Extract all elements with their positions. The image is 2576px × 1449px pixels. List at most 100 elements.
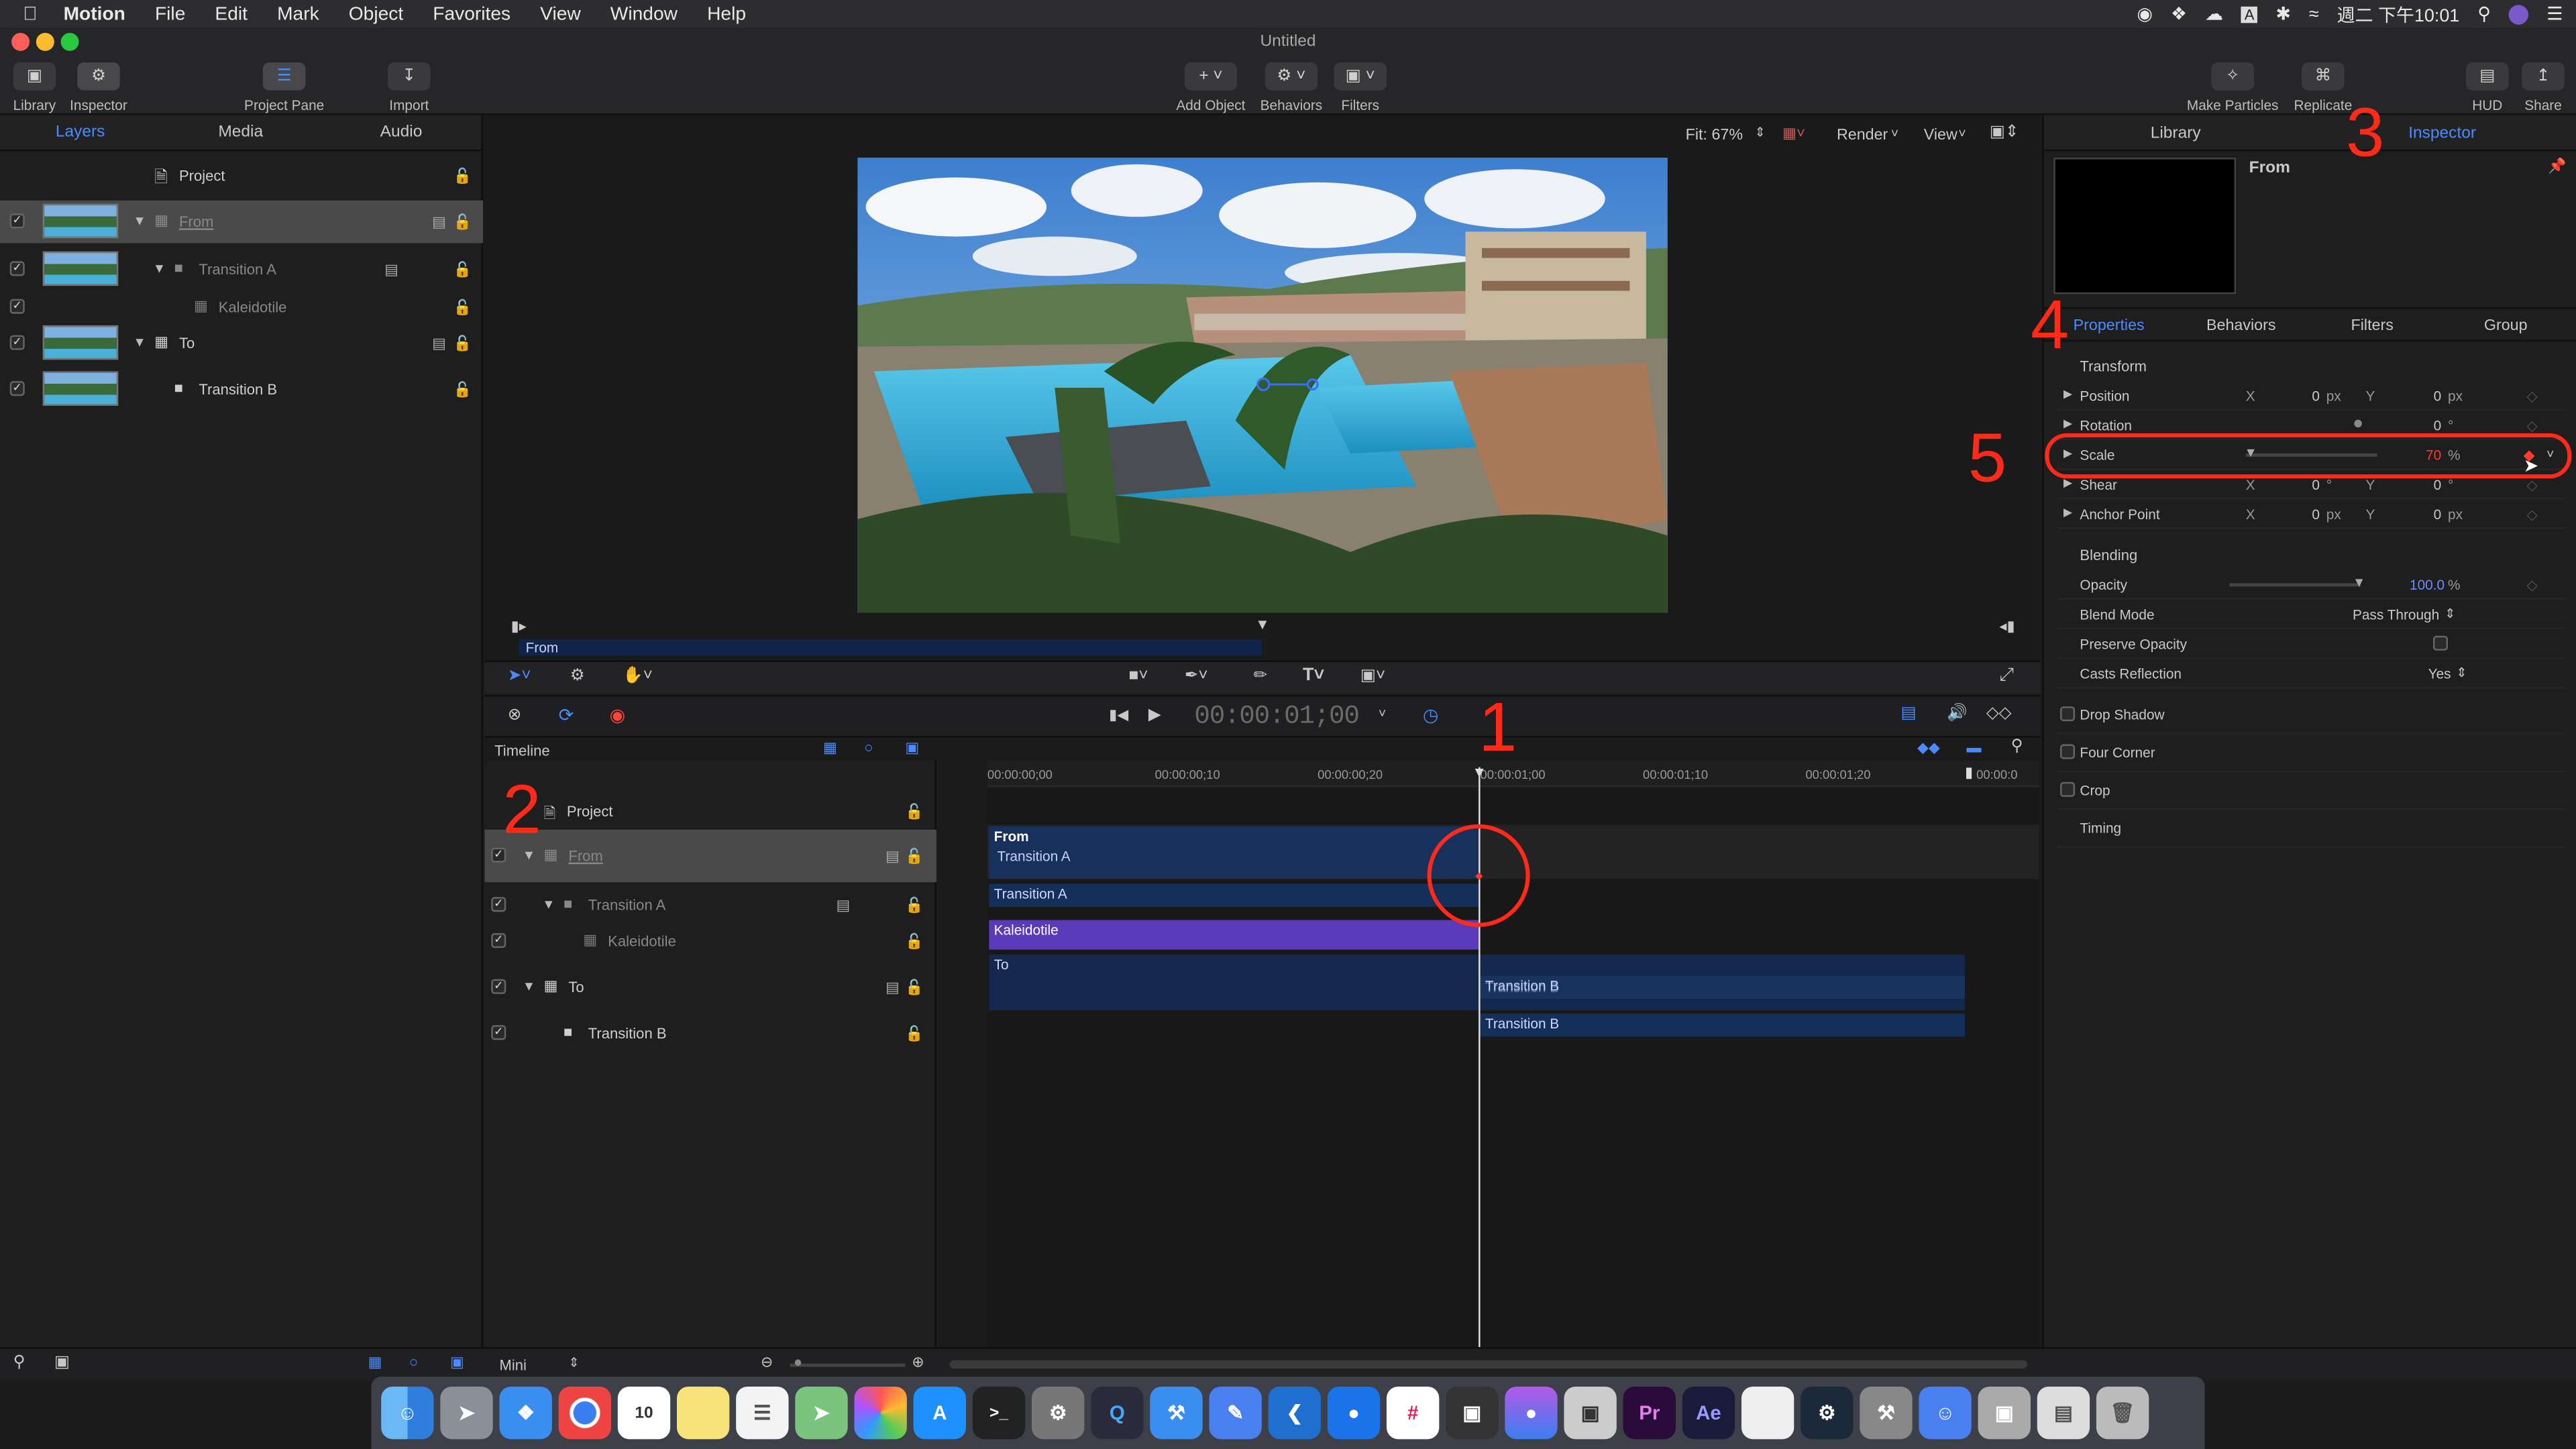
zoom-out-icon[interactable]: ⊖ — [761, 1354, 773, 1372]
position-y-field[interactable]: 0 — [2408, 388, 2442, 404]
dropbox-icon[interactable]: ❖ — [2171, 3, 2187, 25]
tab-library[interactable]: Library — [2151, 125, 2201, 143]
keyframe-button-icon[interactable]: ◇ — [2527, 388, 2538, 406]
disclosure-triangle-icon[interactable]: ▼ — [523, 848, 535, 863]
hud-button[interactable]: ▤ HUD — [2464, 62, 2510, 113]
compressor-icon[interactable]: ▣ — [1564, 1386, 1617, 1440]
slider-thumb-icon[interactable]: ▼ — [2353, 575, 2365, 590]
lock-icon[interactable]: 🔓 — [453, 261, 472, 279]
menu-mark[interactable]: Mark — [262, 4, 334, 23]
disclosure-triangle-icon[interactable]: ▼ — [133, 213, 146, 228]
in-point-marker-icon[interactable]: ▮▸ — [511, 618, 527, 636]
timeline-row-from[interactable]: ✓ ▼ ▦ From ▤ 🔓 — [484, 829, 936, 883]
calendar-icon[interactable]: 10 — [617, 1386, 671, 1440]
input-source-icon[interactable]: A — [2241, 5, 2258, 23]
anchor-x-field[interactable]: 0 — [2287, 506, 2320, 522]
timeline-search-icon[interactable]: ⚲ — [2011, 738, 2023, 756]
layer-options-icon[interactable]: ▤ — [432, 335, 446, 354]
lock-icon[interactable]: 🔓 — [453, 213, 472, 231]
inspector-button[interactable]: ⚙ Inspector — [66, 62, 131, 113]
disclosure-triangle-icon[interactable]: ▶ — [2063, 388, 2072, 400]
playhead[interactable] — [1479, 767, 1481, 1352]
view-menu[interactable]: View — [1924, 127, 1957, 145]
slider-thumb-icon[interactable]: ● — [794, 1354, 802, 1370]
menu-help[interactable]: Help — [692, 4, 761, 23]
reminders-icon[interactable]: ☰ — [736, 1386, 789, 1440]
zoom-in-icon[interactable]: ⊕ — [912, 1354, 924, 1372]
layer-options-icon[interactable]: ▤ — [432, 213, 446, 231]
pin-icon[interactable]: 📌 — [2548, 158, 2566, 176]
tab-media[interactable]: Media — [160, 115, 321, 149]
rotation-field[interactable]: 0 — [2408, 417, 2442, 433]
tab-filters[interactable]: Filters — [2351, 317, 2394, 335]
lock-icon[interactable]: 🔓 — [905, 804, 923, 822]
preserve-opacity-checkbox[interactable] — [2432, 635, 2449, 651]
search-icon[interactable]: ⚲ — [13, 1354, 25, 1372]
project-pane-button[interactable]: ☰ Project Pane — [238, 62, 330, 113]
keyframe-button-icon[interactable]: ◇ — [2527, 577, 2538, 595]
disclosure-triangle-icon[interactable]: ▶ — [2063, 417, 2072, 430]
lock-icon[interactable]: 🔓 — [905, 848, 923, 866]
lock-icon[interactable]: 🔓 — [905, 979, 923, 998]
launchpad-icon[interactable]: ➤ — [440, 1386, 493, 1440]
final-cut-icon[interactable]: ▣ — [1446, 1386, 1499, 1440]
user-avatar-icon[interactable] — [2508, 4, 2529, 24]
spotlight-icon[interactable]: ⚲ — [2477, 3, 2491, 25]
keyframe-nav-icon[interactable]: ◇◇ — [1986, 705, 2012, 723]
keyframe-icon[interactable]: ◆ — [1475, 871, 1483, 882]
show-behaviors-icon[interactable]: ○ — [409, 1354, 418, 1370]
out-point-marker-icon[interactable]: ◂▮ — [1999, 618, 2015, 636]
finder-icon[interactable]: ☺ — [381, 1386, 434, 1440]
app-store-icon[interactable]: A — [913, 1386, 967, 1440]
layer-options-icon[interactable]: ▤ — [885, 848, 900, 866]
show-masks-icon[interactable]: ▣ — [905, 739, 919, 757]
quicktime-icon[interactable]: Q — [1091, 1386, 1144, 1440]
timecode-chevron-icon[interactable]: ˅ — [1379, 706, 1386, 721]
property-shear[interactable]: ▶ Shear X 0 ° Y 0 ° ◇ — [2057, 470, 2567, 500]
property-preserve-opacity[interactable]: Preserve Opacity — [2057, 629, 2567, 659]
layer-options-icon[interactable]: ▤ — [885, 979, 900, 998]
bluetooth-icon[interactable]: ✱ — [2275, 3, 2291, 25]
premiere-icon[interactable]: Pr — [1623, 1386, 1676, 1440]
adjust-tool-icon[interactable]: ⚙ — [570, 667, 585, 685]
shear-y-field[interactable]: 0 — [2408, 476, 2442, 492]
menu-window[interactable]: Window — [596, 4, 692, 23]
chevron-down-icon[interactable]: ˅ — [2546, 447, 2554, 462]
vscode-icon[interactable]: ❮ — [1268, 1386, 1321, 1440]
after-effects-icon[interactable]: Ae — [1682, 1386, 1735, 1440]
playhead-marker-icon[interactable]: ▼ — [1255, 616, 1270, 632]
apple-icon[interactable]:  — [0, 4, 52, 23]
tab-layers[interactable]: Layers — [0, 115, 160, 149]
add-object-button[interactable]: + ˅ Add Object — [1170, 62, 1252, 113]
go-to-start-icon[interactable]: ▮◀ — [1109, 706, 1128, 724]
layer-checkbox[interactable]: ✓ — [491, 897, 506, 912]
four-corner-checkbox[interactable] — [2060, 744, 2076, 759]
timeline-row-kaleidotile[interactable]: ✓ ▦ Kaleidotile 🔓 — [484, 925, 936, 958]
pan-tool-icon[interactable]: ✋˅ — [623, 667, 653, 685]
timeline-zoom-icon[interactable]: ▬ — [1966, 739, 1981, 755]
disclosure-triangle-icon[interactable]: ▼ — [153, 261, 166, 276]
layer-row-to[interactable]: ✓ ▼ ▦ To ▤ 🔓 — [0, 322, 483, 365]
playhead-handle-icon[interactable]: ▼ — [1472, 764, 1487, 780]
timeline-row-transition-a[interactable]: ✓ ▼ ■ Transition A ▤ 🔓 — [484, 889, 936, 922]
opacity-field[interactable]: 100.0 — [2396, 577, 2445, 593]
layer-options-icon[interactable]: ▤ — [384, 261, 398, 279]
view-layout-icon[interactable]: ▣⇕ — [1990, 123, 2019, 142]
menu-edit[interactable]: Edit — [200, 4, 262, 23]
property-scale[interactable]: ▶ Scale ▼ 70 % ◆ ˅ — [2057, 440, 2567, 470]
maps-icon[interactable]: ➤ — [795, 1386, 848, 1440]
property-anchor-point[interactable]: ▶ Anchor Point X 0 px Y 0 px ◇ — [2057, 499, 2567, 529]
menu-view[interactable]: View — [525, 4, 596, 23]
layer-checkbox[interactable]: ✓ — [9, 213, 25, 229]
document-icon[interactable] — [1741, 1386, 1794, 1440]
make-particles-button[interactable]: ✧ Make Particles — [2182, 62, 2284, 113]
property-opacity[interactable]: Opacity ▼ 100.0 % ◇ — [2057, 570, 2567, 600]
slider-thumb-icon[interactable]: ▼ — [2244, 445, 2257, 460]
status-icon[interactable]: ◉ — [2137, 3, 2153, 25]
property-blend-mode[interactable]: Blend Mode Pass Through ⇕ — [2057, 600, 2567, 629]
menubar-clock[interactable]: 週二 下午10:01 — [2337, 1, 2460, 27]
steam-icon[interactable]: ⚙ — [1801, 1386, 1854, 1440]
blend-mode-select[interactable]: Pass Through — [2353, 606, 2439, 623]
disclosure-triangle-icon[interactable]: ▼ — [542, 897, 555, 912]
disclosure-triangle-icon[interactable]: ▼ — [523, 979, 535, 994]
